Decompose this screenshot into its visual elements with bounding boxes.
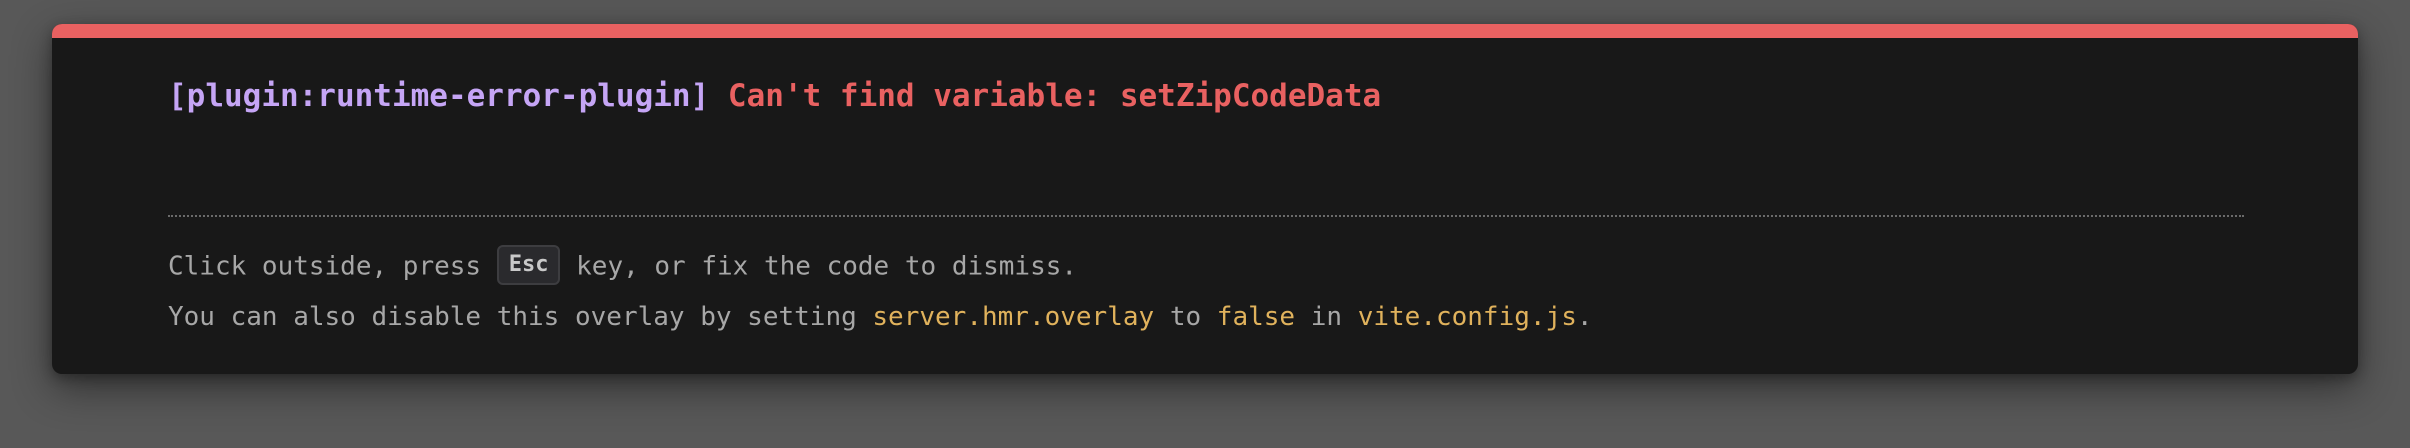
tip2-text-1: You can also disable this overlay by set… bbox=[168, 302, 857, 332]
plugin-tag: [plugin:runtime-error-plugin] bbox=[168, 78, 710, 114]
error-message: [plugin:runtime-error-plugin] Can't find… bbox=[168, 74, 1381, 118]
error-text: Can't find variable: setZipCodeData bbox=[727, 78, 1382, 114]
dismiss-tip: Click outside, press Esc key, or fix the… bbox=[168, 245, 1078, 287]
disable-tip: You can also disable this overlay by set… bbox=[168, 298, 1593, 336]
error-overlay-window: [plugin:runtime-error-plugin] Can't find… bbox=[52, 24, 2358, 374]
divider bbox=[168, 215, 2244, 217]
tip-text-before: Click outside, press bbox=[168, 251, 482, 282]
tip2-end: . bbox=[1576, 302, 1593, 332]
esc-key: Esc bbox=[496, 245, 561, 285]
tip-text-after: key, or fix the code to dismiss. bbox=[576, 251, 1078, 282]
setting-value: false bbox=[1216, 302, 1296, 332]
tip2-text-3: in bbox=[1310, 302, 1343, 332]
error-accent-bar bbox=[52, 24, 2358, 38]
tip2-text-2: to bbox=[1169, 302, 1202, 332]
config-file: vite.config.js bbox=[1357, 302, 1577, 332]
setting-name: server.hmr.overlay bbox=[872, 302, 1155, 332]
